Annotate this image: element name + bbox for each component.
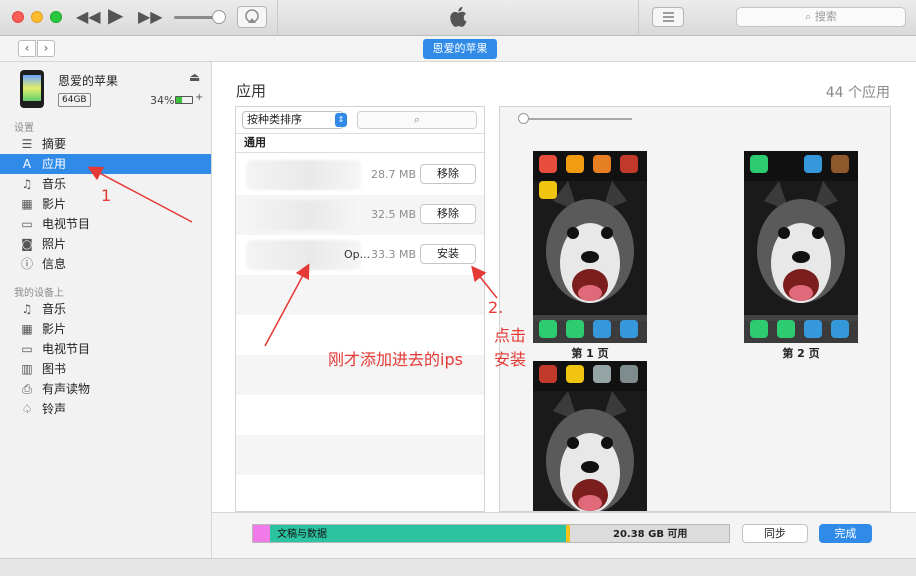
annotation-step2-number: 2.	[488, 298, 504, 317]
arrow-to-install-button	[471, 265, 498, 299]
annotation-step1: 1	[101, 186, 112, 205]
annotation-note: 刚才添加进去的ips	[328, 350, 463, 369]
annotation-step2-line1: 点击	[494, 326, 527, 345]
annotation-arrows	[87, 166, 498, 347]
annotation-step2-line2: 安装	[494, 350, 527, 369]
arrow-to-new-app	[264, 263, 310, 347]
